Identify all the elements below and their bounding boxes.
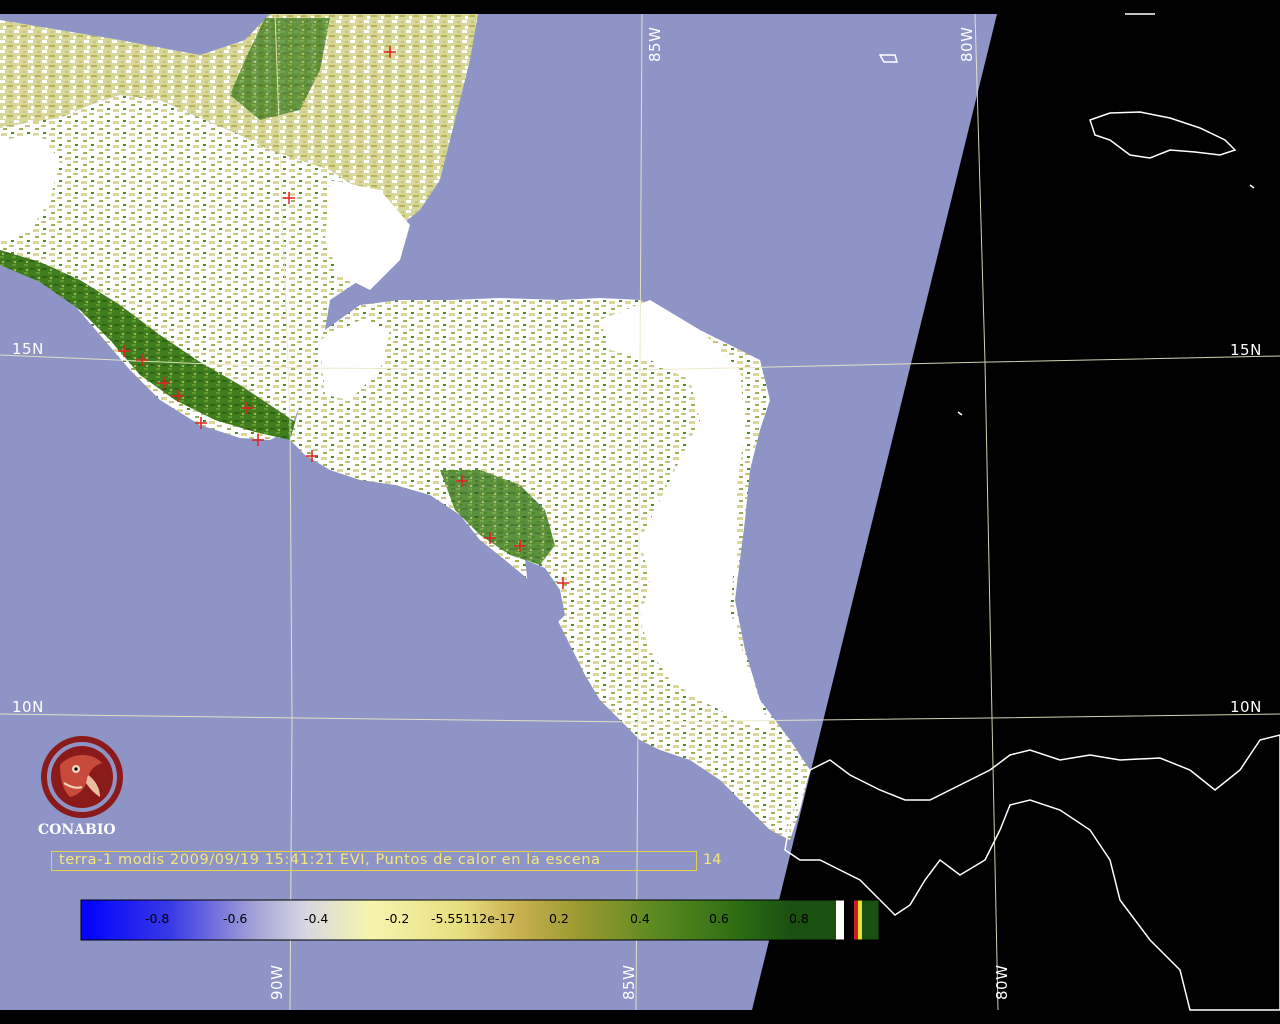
conabio-logo-text: CONABIO — [38, 822, 116, 838]
caption-text: terra-1 modis 2009/09/19 15:41:21 EVI, P… — [59, 852, 601, 868]
colorbar-tick: -0.8 — [145, 911, 170, 926]
colorbar-tick: -0.2 — [385, 911, 410, 926]
lat-label-15n-right: 15N — [1230, 341, 1262, 359]
lon-label-80w-bottom: 80W — [993, 964, 1011, 1000]
colorbar-tick: 0.4 — [630, 911, 650, 926]
colorbar-tick: 0.2 — [549, 911, 569, 926]
colorbar-tick: 0.8 — [789, 911, 809, 926]
lat-label-15n-left: 15N — [12, 340, 44, 358]
lat-label-10n-right: 10N — [1230, 698, 1262, 716]
colorbar-nodata-black — [844, 900, 854, 940]
colorbar-fire-red — [854, 900, 858, 940]
lon-label-80w-top: 80W — [958, 26, 976, 62]
lon-label-85w-top: 85W — [646, 26, 664, 62]
lat-label-10n-left: 10N — [12, 698, 44, 716]
colorbar-end-green — [862, 900, 879, 940]
colorbar-tick: -5.55112e-17 — [431, 911, 516, 926]
hotspot-count: 14 — [703, 852, 722, 868]
colorbar-tick: -0.4 — [304, 911, 329, 926]
colorbar-nodata-white — [836, 900, 844, 940]
colorbar-fire-yellow — [858, 900, 862, 940]
colorbar-tick: -0.6 — [223, 911, 248, 926]
lon-label-90w-bottom: 90W — [268, 964, 286, 1000]
lon-label-85w-bottom: 85W — [620, 964, 638, 1000]
colorbar-tick: 0.6 — [709, 911, 729, 926]
